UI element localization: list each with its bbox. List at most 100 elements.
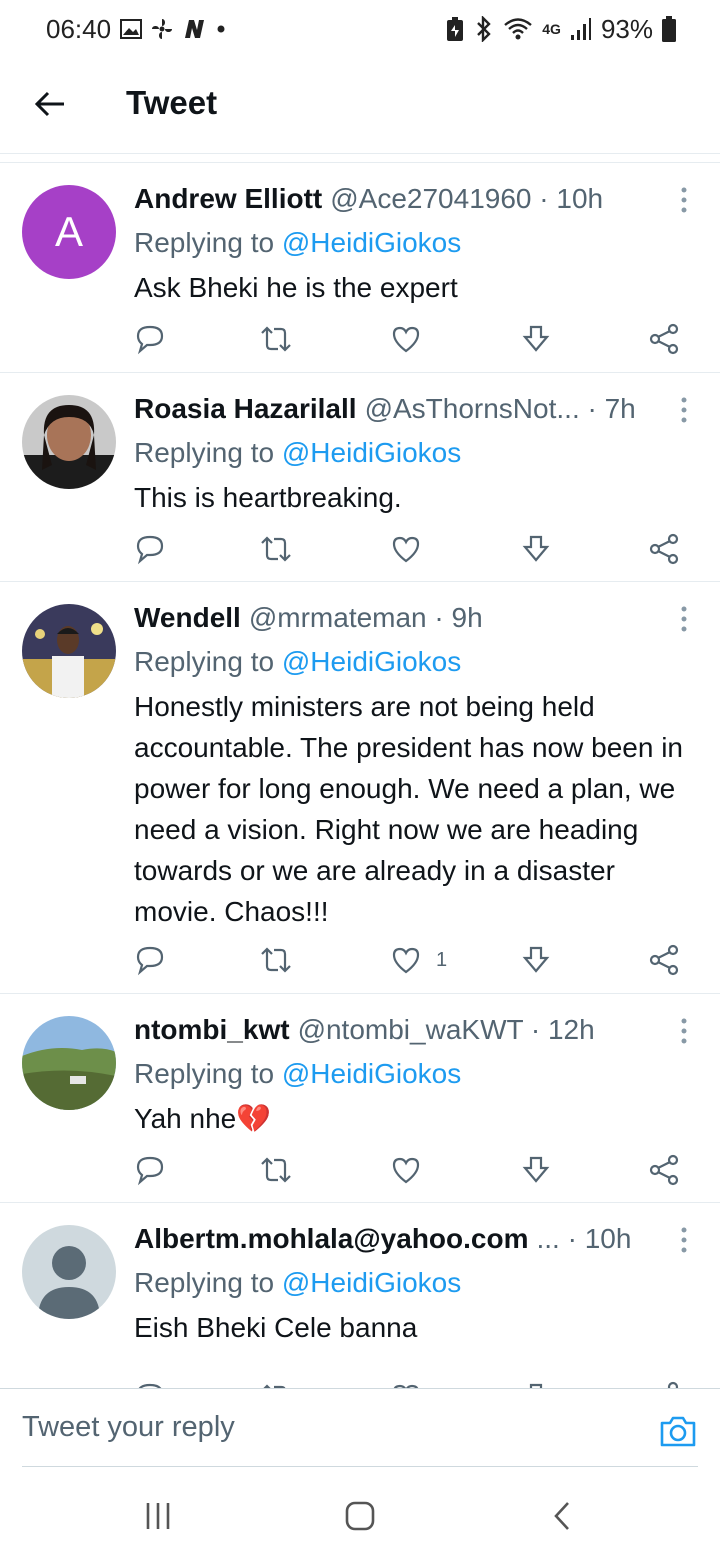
tweet-header: ntombi_kwt @ntombi_waKWT · 12h (134, 1012, 696, 1048)
heart-icon (393, 1384, 419, 1388)
heart-icon (392, 947, 420, 974)
system-nav-bar (0, 1468, 720, 1560)
retweet-icon (263, 1384, 286, 1388)
author-handle-time: @ntombi_waKWT · 12h (297, 1014, 595, 1045)
status-bar: 06:40 4G 93% (0, 0, 720, 58)
replying-to-line: Replying to @HeidiGiokos (134, 642, 696, 682)
bluetooth-icon (477, 16, 491, 42)
reply-tweet[interactable]: Wendell @mrmateman · 9h Replying to @Hei… (0, 582, 720, 994)
retweet-button[interactable] (258, 319, 294, 359)
like-button[interactable] (390, 1150, 436, 1190)
reply-button[interactable] (134, 529, 166, 569)
share-icon (649, 944, 679, 976)
reply-button[interactable] (134, 1150, 166, 1190)
like-button[interactable] (390, 529, 436, 569)
tweet-text: Eish Bheki Cele banna (134, 1312, 418, 1343)
tweet-body: Albertm.mohlala@yahoo.com ... · 10h Repl… (134, 1221, 696, 1348)
mention-link[interactable]: @HeidiGiokos (282, 646, 461, 677)
reply-tweet[interactable]: Roasia Hazarilall @AsThornsNot... · 7h R… (0, 373, 720, 582)
reply-tweet[interactable]: ntombi_kwt @ntombi_waKWT · 12h Replying … (0, 994, 720, 1203)
author-name[interactable]: Albertm.mohlala@yahoo.com (134, 1221, 529, 1257)
mention-link[interactable]: @HeidiGiokos (282, 1267, 461, 1298)
retweet-icon (261, 326, 291, 352)
system-back-button[interactable] (548, 1498, 576, 1534)
bookmark-down-button[interactable] (520, 1150, 552, 1190)
more-options-icon[interactable] (674, 395, 694, 425)
reply-button[interactable] (134, 319, 166, 359)
reply-button[interactable] (134, 1377, 166, 1388)
author-name[interactable]: Roasia Hazarilall (134, 391, 357, 427)
arrow-down-icon (522, 1156, 550, 1183)
battery-saver-icon (447, 17, 464, 41)
recent-apps-icon (146, 1503, 170, 1529)
avatar[interactable] (22, 1016, 116, 1110)
retweet-button[interactable] (258, 1150, 294, 1190)
comment-icon (136, 1156, 164, 1186)
reply-tweet[interactable]: Albertm.mohlala@yahoo.com ... · 10h Repl… (0, 1203, 720, 1388)
reply-button[interactable] (134, 940, 166, 980)
replying-prefix: Replying to (134, 437, 282, 468)
author-handle-time: ... · 10h (536, 1223, 632, 1254)
avatar[interactable]: A (22, 185, 116, 279)
mention-link[interactable]: @HeidiGiokos (282, 1058, 461, 1089)
more-options-icon[interactable] (674, 1016, 694, 1046)
tweet-header: Roasia Hazarilall @AsThornsNot... · 7h (134, 391, 696, 427)
tweet-actions (134, 1150, 686, 1190)
tweet-header: Albertm.mohlala@yahoo.com ... · 10h (134, 1221, 696, 1257)
share-button[interactable] (648, 1377, 680, 1388)
retweet-button[interactable] (258, 940, 294, 980)
retweet-button[interactable] (258, 529, 294, 569)
bookmark-down-button[interactable] (520, 529, 552, 569)
share-button[interactable] (648, 940, 680, 980)
tweet-text: Yah nhe💔 (134, 1103, 272, 1134)
avatar[interactable] (22, 604, 116, 698)
more-options-icon[interactable] (674, 1225, 694, 1255)
share-button[interactable] (648, 529, 680, 569)
recent-apps-button[interactable] (140, 1498, 176, 1534)
back-button[interactable] (30, 84, 70, 124)
page-title: Tweet (126, 84, 218, 121)
author-handle-time: @Ace27041960 · 10h (330, 183, 604, 214)
reply-tweet[interactable]: A Andrew Elliott @Ace27041960 · 10h Repl… (0, 163, 720, 373)
bookmark-down-button[interactable] (520, 1377, 552, 1388)
like-button[interactable] (390, 1377, 436, 1388)
author-name[interactable]: ntombi_kwt (134, 1012, 290, 1048)
tweet-actions (134, 319, 686, 359)
share-icon (649, 533, 679, 565)
like-count: 1 (436, 948, 448, 971)
tweet-text: Ask Bheki he is the expert (134, 272, 458, 303)
replies-feed[interactable]: A Andrew Elliott @Ace27041960 · 10h Repl… (0, 162, 720, 1388)
like-button[interactable]: 1 (390, 940, 447, 980)
arrow-down-icon (522, 946, 550, 973)
share-icon (649, 1154, 679, 1186)
image-notification-icon (120, 19, 142, 39)
more-options-icon[interactable] (674, 185, 694, 215)
tweet-body: Wendell @mrmateman · 9h Replying to @Hei… (134, 600, 696, 932)
author-name[interactable]: Andrew Elliott (134, 181, 322, 217)
share-button[interactable] (648, 1150, 680, 1190)
arrow-down-icon (529, 1383, 543, 1388)
like-button[interactable] (390, 319, 436, 359)
tweet-header: Andrew Elliott @Ace27041960 · 10h (134, 181, 696, 217)
home-button[interactable] (342, 1498, 378, 1534)
replying-prefix: Replying to (134, 227, 282, 258)
retweet-button[interactable] (258, 1377, 294, 1388)
avatar[interactable] (22, 1225, 116, 1319)
bookmark-down-button[interactable] (520, 319, 552, 359)
camera-icon[interactable] (658, 1411, 698, 1451)
bookmark-down-button[interactable] (520, 940, 552, 980)
mention-link[interactable]: @HeidiGiokos (282, 437, 461, 468)
tweet-actions (134, 1377, 686, 1388)
wifi-icon (504, 18, 533, 40)
status-right-icons: 4G 93% (445, 14, 676, 44)
more-options-icon[interactable] (674, 604, 694, 634)
heart-icon (392, 536, 420, 563)
share-button[interactable] (648, 319, 680, 359)
home-icon (345, 1501, 375, 1531)
reply-input[interactable] (22, 1411, 622, 1444)
mention-link[interactable]: @HeidiGiokos (282, 227, 461, 258)
avatar[interactable] (22, 395, 116, 489)
replying-prefix: Replying to (134, 1058, 282, 1089)
tweet-body: Roasia Hazarilall @AsThornsNot... · 7h R… (134, 391, 696, 518)
author-name[interactable]: Wendell (134, 600, 241, 636)
